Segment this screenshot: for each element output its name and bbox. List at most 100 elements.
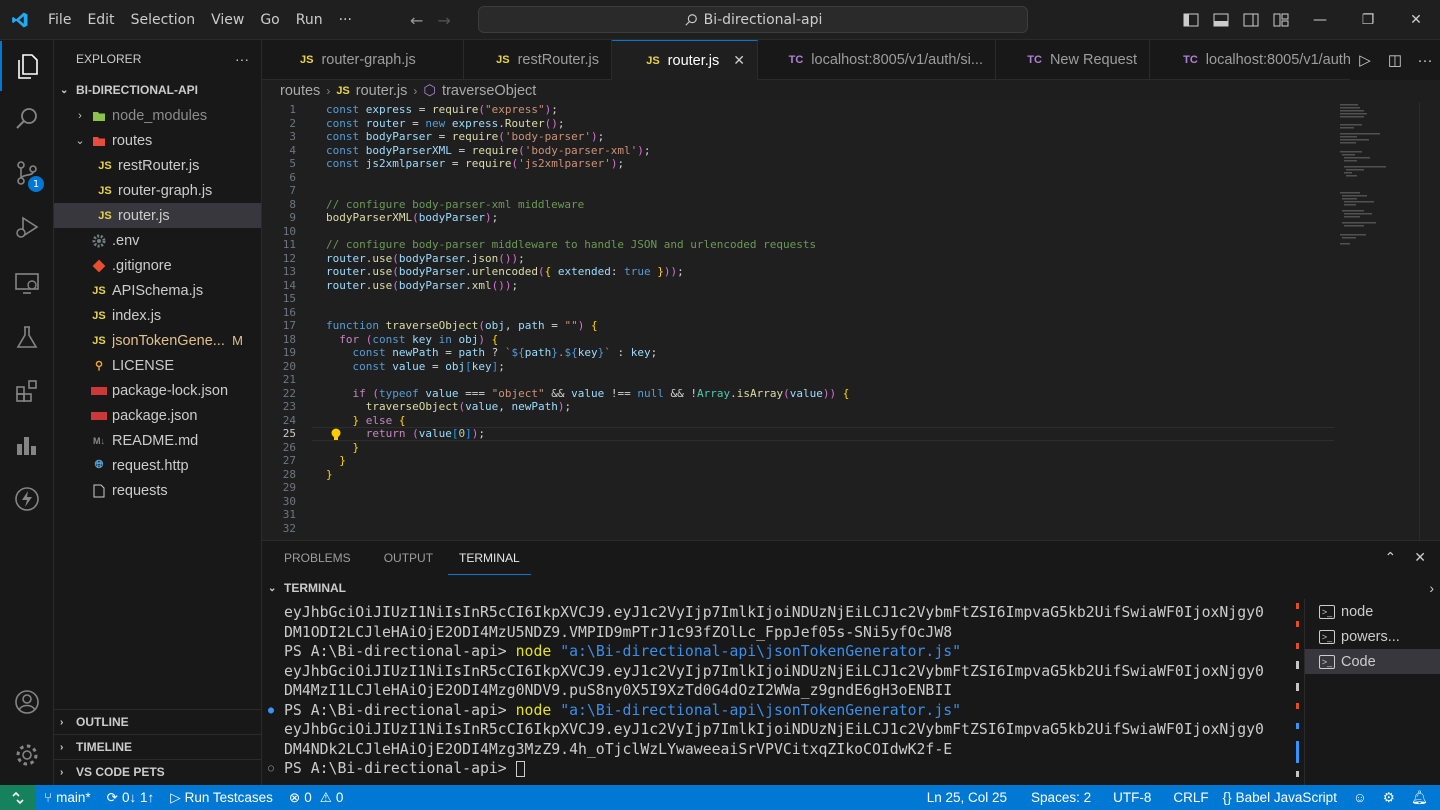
code-line[interactable]: 1 const express = require("express"); [262, 103, 1342, 117]
timeline-section[interactable]: › TIMELINE [54, 734, 262, 759]
branch-status[interactable]: ⑂ main* [36, 790, 99, 805]
explorer-more-button[interactable]: ··· [235, 51, 249, 67]
toggle-secondary-sidebar-icon[interactable] [1236, 0, 1266, 40]
customize-layout-icon[interactable] [1266, 0, 1296, 40]
file-tree-item[interactable]: .gitignore [54, 253, 261, 278]
run-testcases-button[interactable]: ▷ Run Testcases [162, 790, 281, 806]
code-line[interactable]: 27 } [262, 454, 1342, 468]
code-line[interactable]: 13 router.use(bodyParser.urlencoded({ ext… [262, 265, 1342, 279]
toggle-panel-icon[interactable] [1206, 0, 1236, 40]
remote-explorer-icon[interactable] [0, 258, 54, 308]
editor-tab[interactable]: JS router-graph.js [262, 40, 464, 80]
menu-item[interactable]: File [40, 0, 79, 40]
file-tree-item[interactable]: .env [54, 228, 261, 253]
file-tree-item[interactable]: JS router-graph.js [54, 178, 261, 203]
menu-item[interactable]: ··· [331, 0, 360, 40]
file-tree-item[interactable]: JS restRouter.js [54, 153, 261, 178]
code-line[interactable]: 18 for (const key in obj) { [262, 333, 1342, 347]
manage-gear-icon[interactable] [0, 730, 54, 780]
breadcrumb-symbol[interactable]: traverseObject [442, 83, 536, 99]
command-decoration-icon[interactable]: ● [268, 701, 274, 721]
account-icon[interactable] [0, 677, 54, 727]
file-tree-item[interactable]: JS index.js [54, 303, 261, 328]
code-line[interactable]: 5 const js2xmlparser = require('js2xmlpar… [262, 157, 1342, 171]
editor-scrollbar[interactable] [1419, 102, 1420, 540]
terminal-instance[interactable]: >_ powers... [1305, 624, 1440, 649]
code-line[interactable]: 7 [262, 184, 1342, 198]
code-line[interactable]: 21 [262, 373, 1342, 387]
toggle-sidebar-icon[interactable] [1176, 0, 1206, 40]
menu-item[interactable]: Go [252, 0, 287, 40]
code-line[interactable]: 26 } [262, 441, 1342, 455]
file-tree-item[interactable]: 🌐︎ request.http [54, 453, 261, 478]
breadcrumb-folder[interactable]: routes [280, 83, 320, 99]
menu-item[interactable]: Run [288, 0, 331, 40]
feedback-icon[interactable]: ☺ [1345, 790, 1375, 805]
split-editor-icon[interactable]: ◫ [1380, 51, 1410, 69]
file-tree-item[interactable]: M↓ README.md [54, 428, 261, 453]
file-tree-item[interactable]: JS APISchema.js [54, 278, 261, 303]
editor-tab[interactable]: JS restRouter.js [464, 40, 612, 80]
code-line[interactable]: 2 const router = new express.Router(); [262, 117, 1342, 131]
thunder-client-icon[interactable] [0, 474, 54, 524]
code-line[interactable]: 30 [262, 495, 1342, 509]
run-icon[interactable]: ▷ [1350, 51, 1380, 69]
chart-extension-icon[interactable] [0, 420, 54, 470]
line-ending[interactable]: CRLF [1165, 790, 1214, 805]
extensions-icon[interactable] [0, 366, 54, 416]
menu-item[interactable]: Selection [123, 0, 204, 40]
accounts-sync-icon[interactable]: ⚙ [1375, 790, 1403, 806]
file-tree-item[interactable]: package-lock.json [54, 378, 261, 403]
code-line[interactable]: 17 function traverseObject(obj, path = ""… [262, 319, 1342, 333]
indentation[interactable]: Spaces: 2 [1023, 790, 1105, 805]
terminal-header[interactable]: ⌄ TERMINAL › [262, 577, 1440, 599]
panel-tab[interactable]: OUTPUT [373, 541, 444, 575]
code-line[interactable]: 11 // configure body-parser middleware to… [262, 238, 1342, 252]
code-line[interactable]: 29 [262, 481, 1342, 495]
file-tree-item[interactable]: package.json [54, 403, 261, 428]
command-center-search[interactable]: Bi-directional-api [478, 6, 1028, 33]
editor-tab[interactable]: JS router.js ✕ [612, 40, 758, 80]
outline-section[interactable]: › OUTLINE [54, 709, 262, 734]
panel-tab[interactable]: PROBLEMS [273, 541, 362, 575]
close-tab-icon[interactable]: ✕ [733, 52, 745, 69]
remote-indicator-icon[interactable] [0, 785, 36, 810]
encoding[interactable]: UTF-8 [1105, 790, 1165, 805]
code-line[interactable]: 3 const bodyParser = require('body-parser… [262, 130, 1342, 144]
minimap[interactable] [1338, 102, 1408, 252]
editor-tab[interactable]: TC New Request [996, 40, 1150, 80]
chevron-right-icon[interactable]: › [1429, 580, 1434, 596]
file-tree-item[interactable]: JS jsonTokenGene... M [54, 328, 261, 353]
problems-status[interactable]: ⊗ 0 ⚠ 0 [281, 790, 351, 806]
code-line[interactable]: 16 [262, 306, 1342, 320]
vscode-pets-section[interactable]: › VS CODE PETS [54, 759, 262, 784]
code-editor[interactable]: 1 const express = require("express"); 2 con… [262, 102, 1440, 540]
code-line[interactable]: 12 router.use(bodyParser.json()); [262, 252, 1342, 266]
code-line[interactable]: 22 if (typeof value === "object" && valu… [262, 387, 1342, 401]
file-tree-item[interactable]: › node_modules [54, 103, 261, 128]
code-line[interactable]: 24 } else { [262, 414, 1342, 428]
file-tree-item[interactable]: ⚲ LICENSE [54, 353, 261, 378]
file-tree-item[interactable]: requests [54, 478, 261, 503]
language-mode[interactable]: {} Babel JavaScript [1215, 790, 1345, 805]
maximize-panel-icon[interactable]: ⌃ [1385, 550, 1397, 566]
minimize-icon[interactable]: — [1296, 0, 1344, 40]
code-line[interactable]: 15 [262, 292, 1342, 306]
terminal-instance[interactable]: >_ Code [1305, 649, 1440, 674]
lightbulb-icon[interactable] [330, 428, 342, 444]
code-line[interactable]: 9 bodyParserXML(bodyParser); [262, 211, 1342, 225]
code-line[interactable]: 28} [262, 468, 1342, 482]
more-actions-icon[interactable]: ··· [1410, 52, 1440, 69]
menu-item[interactable]: Edit [79, 0, 122, 40]
code-line[interactable]: 10 [262, 225, 1342, 239]
search-sidebar-icon[interactable] [0, 94, 54, 144]
command-decoration-icon[interactable]: ○ [268, 759, 274, 779]
menu-item[interactable]: View [203, 0, 252, 40]
notifications-bell-icon[interactable]: 🔔︎ [1403, 790, 1440, 806]
terminal-instance[interactable]: >_ node [1305, 599, 1440, 624]
code-line[interactable]: 19 const newPath = path ? `${path}.${key… [262, 346, 1342, 360]
breadcrumb-file[interactable]: router.js [356, 83, 408, 99]
code-line[interactable]: 4 const bodyParserXML = require('body-par… [262, 144, 1342, 158]
forward-arrow-icon[interactable]: → [437, 11, 450, 30]
panel-tab[interactable]: TERMINAL [448, 541, 531, 575]
